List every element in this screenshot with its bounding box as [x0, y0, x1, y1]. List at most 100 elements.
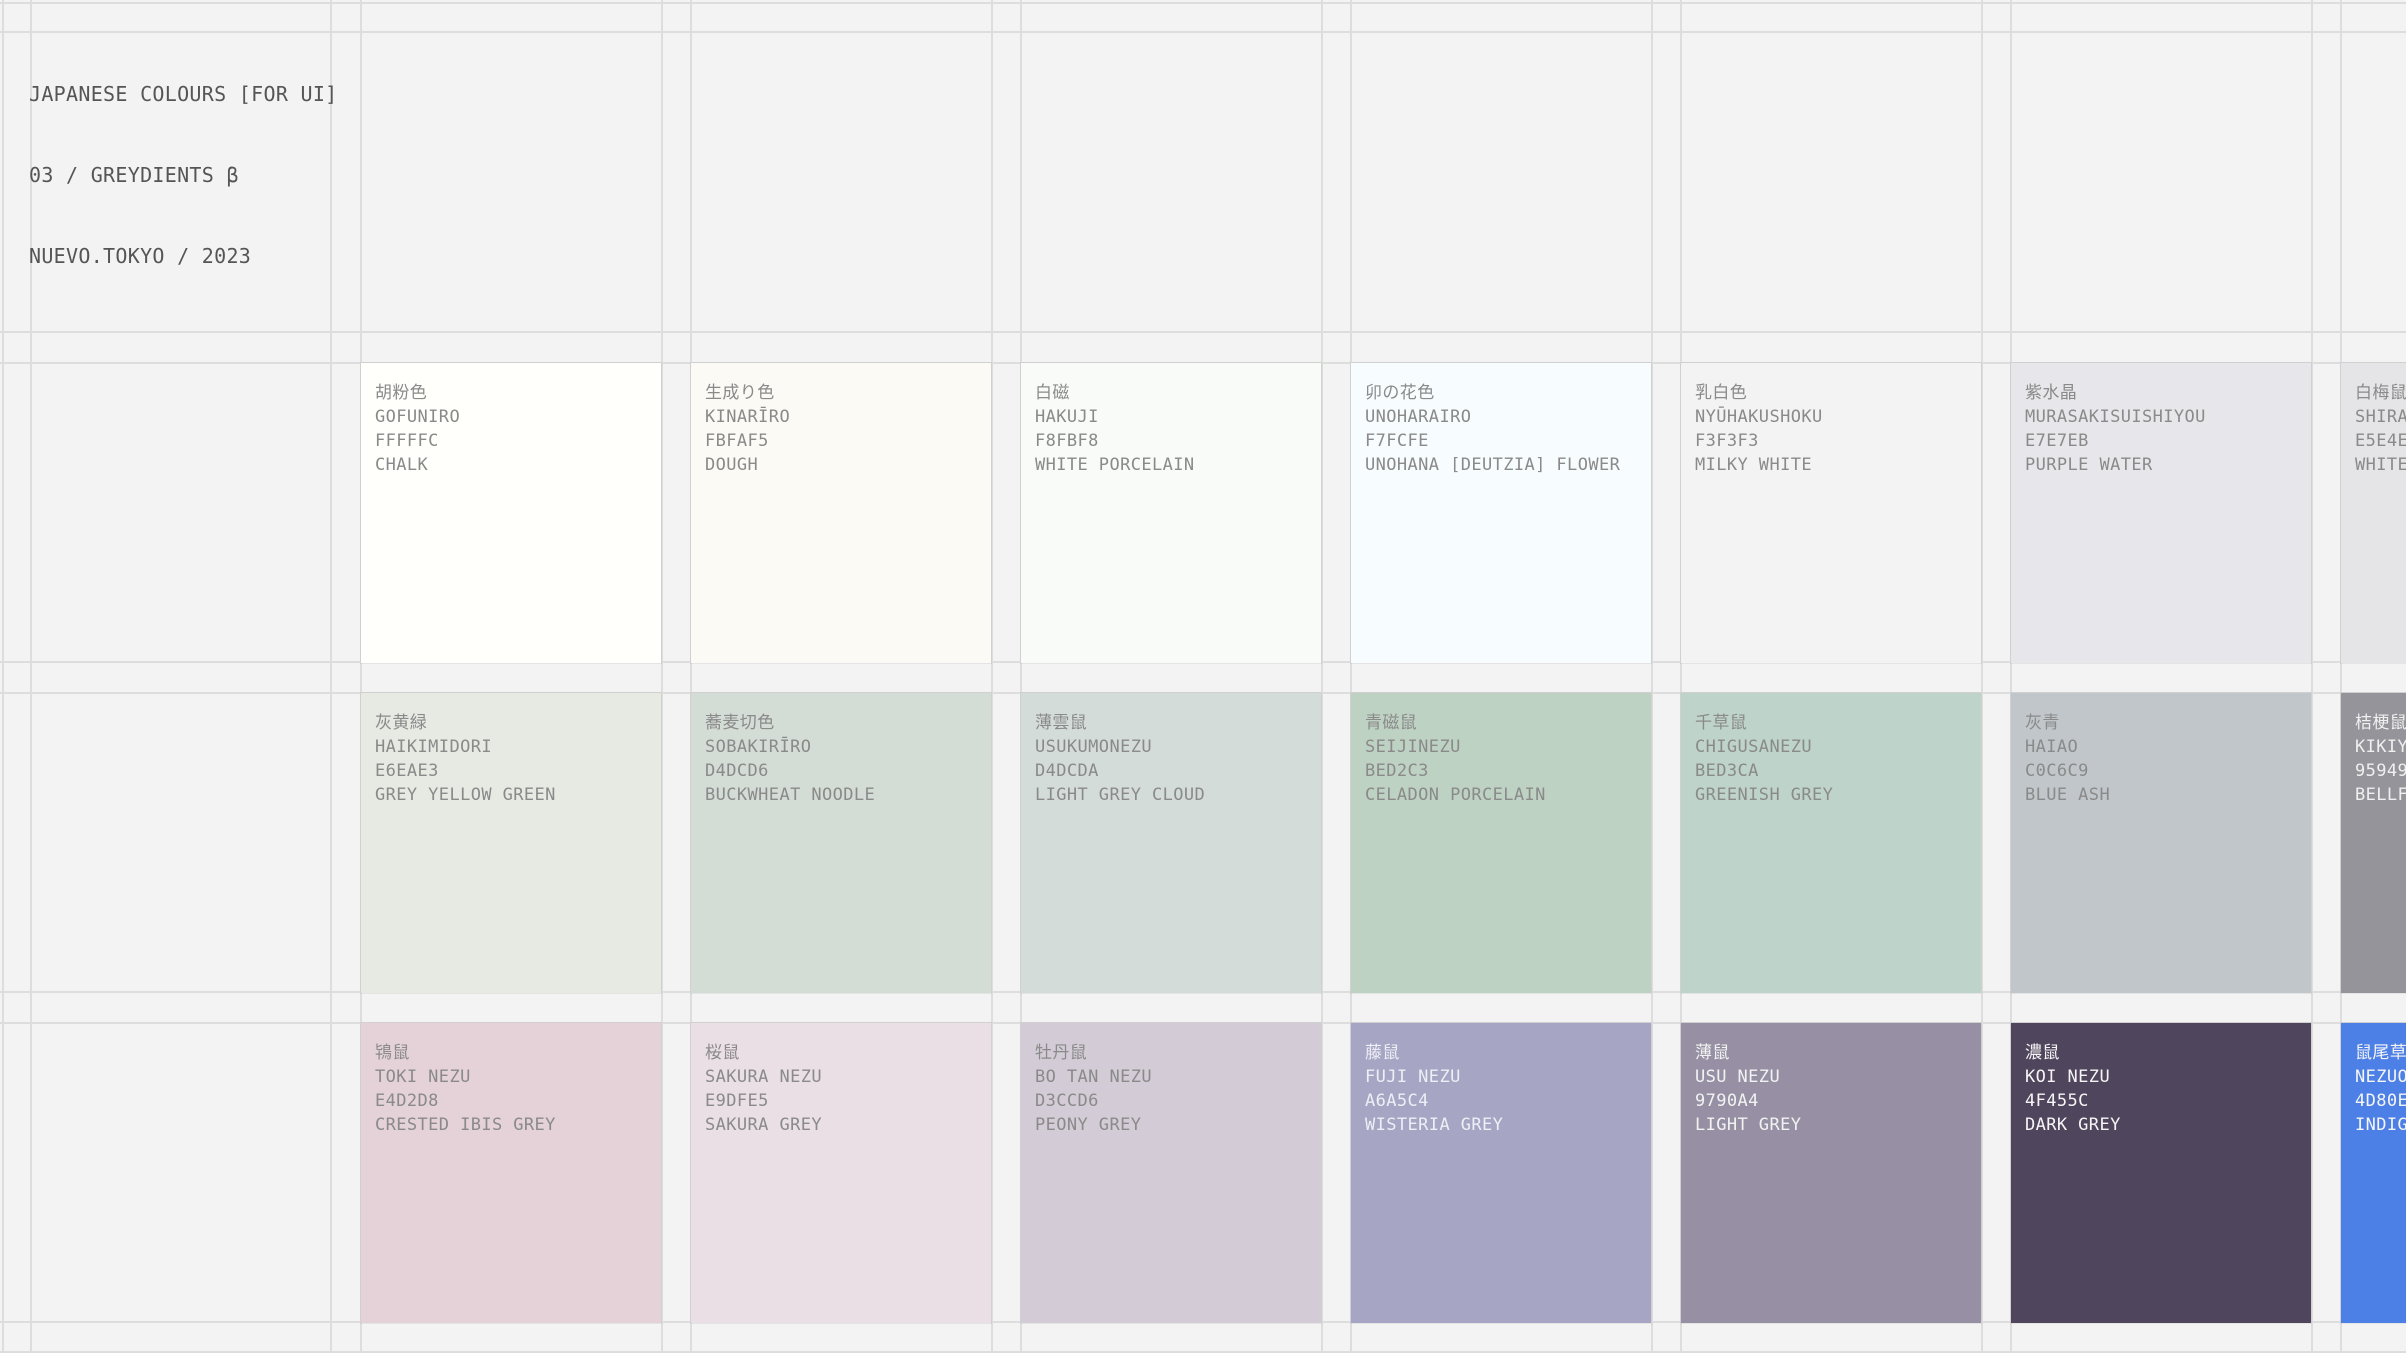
color-swatch[interactable]: 鴇鼠 TOKI NEZU E4D2D8 CRESTED IBIS GREY: [360, 1022, 662, 1324]
swatch-english-name: GREENISH GREY: [1695, 785, 1834, 805]
swatch-hex-code: 4F455C: [2025, 1091, 2089, 1111]
swatch-japanese-name: 灰青: [2025, 713, 2060, 733]
color-swatch[interactable]: 灰黄緑 HAIKIMIDORI E6EAE3 GREY YELLOW GREEN: [360, 692, 662, 994]
swatch-info: 卯の花色 UNOHARAIRO F7FCFE UNOHANA [DEUTZIA] FL…: [1365, 381, 1620, 477]
swatch-japanese-name: 胡粉色: [375, 383, 428, 403]
color-swatch[interactable]: 胡粉色 GOFUNIRO FFFFFC CHALK: [360, 362, 662, 664]
grid-line-vertical: [991, 0, 993, 1353]
swatch-english-name: WHITE PLUM GREY: [2355, 455, 2406, 475]
swatch-hex-code: FBFAF5: [705, 431, 769, 451]
swatch-japanese-name: 白磁: [1035, 383, 1070, 403]
swatch-english-name: BLUE ASH: [2025, 785, 2111, 805]
grid-line-horizontal: [0, 31, 2406, 33]
swatch-romaji-name: BO TAN NEZU: [1035, 1067, 1152, 1087]
color-swatch[interactable]: 桜鼠 SAKURA NEZU E9DFE5 SAKURA GREY: [690, 1022, 992, 1324]
swatch-info: 桜鼠 SAKURA NEZU E9DFE5 SAKURA GREY: [705, 1041, 822, 1137]
swatch-romaji-name: SEIJINEZU: [1365, 737, 1461, 757]
swatch-romaji-name: KINARĪRO: [705, 407, 791, 427]
color-swatch[interactable]: 白磁 HAKUJI F8FBF8 WHITE PORCELAIN: [1020, 362, 1322, 664]
swatch-info: 鴇鼠 TOKI NEZU E4D2D8 CRESTED IBIS GREY: [375, 1041, 556, 1137]
swatch-romaji-name: USUKUMONEZU: [1035, 737, 1152, 757]
swatch-hex-code: E7E7EB: [2025, 431, 2089, 451]
swatch-hex-code: 9790A4: [1695, 1091, 1759, 1111]
swatch-romaji-name: SAKURA NEZU: [705, 1067, 822, 1087]
swatch-info: 紫水晶 MURASAKISUISHIYOU E7E7EB PURPLE WATER: [2025, 381, 2206, 477]
color-swatch[interactable]: 鼠尾草 NEZUOSUMI 4D80E6 INDIGO GREY: [2340, 1022, 2406, 1324]
swatch-hex-code: E5E4E6: [2355, 431, 2406, 451]
swatch-info: 千草鼠 CHIGUSANEZU BED3CA GREENISH GREY: [1695, 711, 1833, 807]
grid-line-horizontal: [0, 331, 2406, 333]
swatch-info: 藤鼠 FUJI NEZU A6A5C4 WISTERIA GREY: [1365, 1041, 1503, 1137]
grid-line-vertical: [2, 0, 4, 1353]
swatch-romaji-name: HAKUJI: [1035, 407, 1099, 427]
color-swatch[interactable]: 千草鼠 CHIGUSANEZU BED3CA GREENISH GREY: [1680, 692, 1982, 994]
grid-line-vertical: [1321, 0, 1323, 1353]
swatch-hex-code: D4DCDA: [1035, 761, 1099, 781]
swatch-info: 胡粉色 GOFUNIRO FFFFFC CHALK: [375, 381, 460, 477]
swatch-english-name: GREY YELLOW GREEN: [375, 785, 556, 805]
swatch-english-name: MILKY WHITE: [1695, 455, 1812, 475]
swatch-japanese-name: 紫水晶: [2025, 383, 2078, 403]
swatch-info: 薄雲鼠 USUKUMONEZU D4DCDA LIGHT GREY CLOUD: [1035, 711, 1205, 807]
color-swatch[interactable]: 薄雲鼠 USUKUMONEZU D4DCDA LIGHT GREY CLOUD: [1020, 692, 1322, 994]
color-swatch[interactable]: 蕎麦切色 SOBAKIRĪRO D4DCD6 BUCKWHEAT NOODLE: [690, 692, 992, 994]
grid-line-vertical: [1651, 0, 1653, 1353]
swatch-japanese-name: 卯の花色: [1365, 383, 1435, 403]
swatch-english-name: LIGHT GREY CLOUD: [1035, 785, 1206, 805]
color-swatch[interactable]: 青磁鼠 SEIJINEZU BED2C3 CELADON PORCELAIN: [1350, 692, 1652, 994]
swatch-japanese-name: 蕎麦切色: [705, 713, 775, 733]
grid-line-horizontal: [0, 1351, 2406, 1353]
swatch-english-name: PEONY GREY: [1035, 1115, 1142, 1135]
swatch-english-name: CHALK: [375, 455, 429, 475]
subtitle-line: 03 / GREYDIENTS β: [29, 163, 239, 187]
swatch-japanese-name: 薄鼠: [1695, 1043, 1730, 1063]
swatch-japanese-name: 藤鼠: [1365, 1043, 1400, 1063]
swatch-info: 青磁鼠 SEIJINEZU BED2C3 CELADON PORCELAIN: [1365, 711, 1546, 807]
swatch-romaji-name: FUJI NEZU: [1365, 1067, 1461, 1087]
swatch-english-name: SAKURA GREY: [705, 1115, 822, 1135]
swatch-japanese-name: 乳白色: [1695, 383, 1748, 403]
swatch-romaji-name: HAIKIMIDORI: [375, 737, 492, 757]
swatch-english-name: PURPLE WATER: [2025, 455, 2153, 475]
swatch-hex-code: E6EAE3: [375, 761, 439, 781]
swatch-hex-code: F8FBF8: [1035, 431, 1099, 451]
swatch-info: 白磁 HAKUJI F8FBF8 WHITE PORCELAIN: [1035, 381, 1195, 477]
swatch-english-name: CELADON PORCELAIN: [1365, 785, 1546, 805]
swatch-japanese-name: 濃鼠: [2025, 1043, 2060, 1063]
swatch-info: 牡丹鼠 BO TAN NEZU D3CCD6 PEONY GREY: [1035, 1041, 1152, 1137]
color-swatch[interactable]: 藤鼠 FUJI NEZU A6A5C4 WISTERIA GREY: [1350, 1022, 1652, 1324]
color-swatch[interactable]: 桔梗鼠 KIKIYOUNEZU 95949A BELLFLOWER GREY: [2340, 692, 2406, 994]
swatch-english-name: CRESTED IBIS GREY: [375, 1115, 556, 1135]
swatch-romaji-name: NYŪHAKUSHOKU: [1695, 407, 1823, 427]
swatch-info: 生成り色 KINARĪRO FBFAF5 DOUGH: [705, 381, 790, 477]
swatch-info: 薄鼠 USU NEZU 9790A4 LIGHT GREY: [1695, 1041, 1801, 1137]
color-swatch[interactable]: 濃鼠 KOI NEZU 4F455C DARK GREY: [2010, 1022, 2312, 1324]
swatch-romaji-name: MURASAKISUISHIYOU: [2025, 407, 2206, 427]
swatch-hex-code: D3CCD6: [1035, 1091, 1099, 1111]
credit-line: NUEVO.TOKYO / 2023: [29, 244, 252, 268]
color-swatch[interactable]: 紫水晶 MURASAKISUISHIYOU E7E7EB PURPLE WATER: [2010, 362, 2312, 664]
swatch-english-name: DARK GREY: [2025, 1115, 2121, 1135]
swatch-hex-code: F7FCFE: [1365, 431, 1429, 451]
swatch-info: 灰黄緑 HAIKIMIDORI E6EAE3 GREY YELLOW GREEN: [375, 711, 556, 807]
swatch-english-name: UNOHANA [DEUTZIA] FLOWER: [1365, 455, 1621, 475]
swatch-romaji-name: UNOHARAIRO: [1365, 407, 1472, 427]
swatch-japanese-name: 薄雲鼠: [1035, 713, 1088, 733]
swatch-info: 桔梗鼠 KIKIYOUNEZU 95949A BELLFLOWER GREY: [2355, 711, 2406, 807]
swatch-romaji-name: KOI NEZU: [2025, 1067, 2111, 1087]
poster-header: JAPANESE COLOURS [FOR UI] 03 / GREYDIENT…: [29, 27, 338, 324]
swatch-japanese-name: 生成り色: [705, 383, 775, 403]
color-swatch[interactable]: 生成り色 KINARĪRO FBFAF5 DOUGH: [690, 362, 992, 664]
color-swatch[interactable]: 乳白色 NYŪHAKUSHOKU F3F3F3 MILKY WHITE: [1680, 362, 1982, 664]
swatch-romaji-name: CHIGUSANEZU: [1695, 737, 1812, 757]
color-swatch[interactable]: 牡丹鼠 BO TAN NEZU D3CCD6 PEONY GREY: [1020, 1022, 1322, 1324]
swatch-english-name: LIGHT GREY: [1695, 1115, 1802, 1135]
color-swatch[interactable]: 白梅鼠 SHIRAUMENEZU E5E4E6 WHITE PLUM GREY: [2340, 362, 2406, 664]
swatch-japanese-name: 灰黄緑: [375, 713, 428, 733]
swatch-english-name: WHITE PORCELAIN: [1035, 455, 1195, 475]
color-swatch[interactable]: 卯の花色 UNOHARAIRO F7FCFE UNOHANA [DEUTZIA] FL…: [1350, 362, 1652, 664]
color-swatch[interactable]: 薄鼠 USU NEZU 9790A4 LIGHT GREY: [1680, 1022, 1982, 1324]
swatch-hex-code: A6A5C4: [1365, 1091, 1429, 1111]
color-swatch[interactable]: 灰青 HAIAO C0C6C9 BLUE ASH: [2010, 692, 2312, 994]
swatch-english-name: DOUGH: [705, 455, 759, 475]
